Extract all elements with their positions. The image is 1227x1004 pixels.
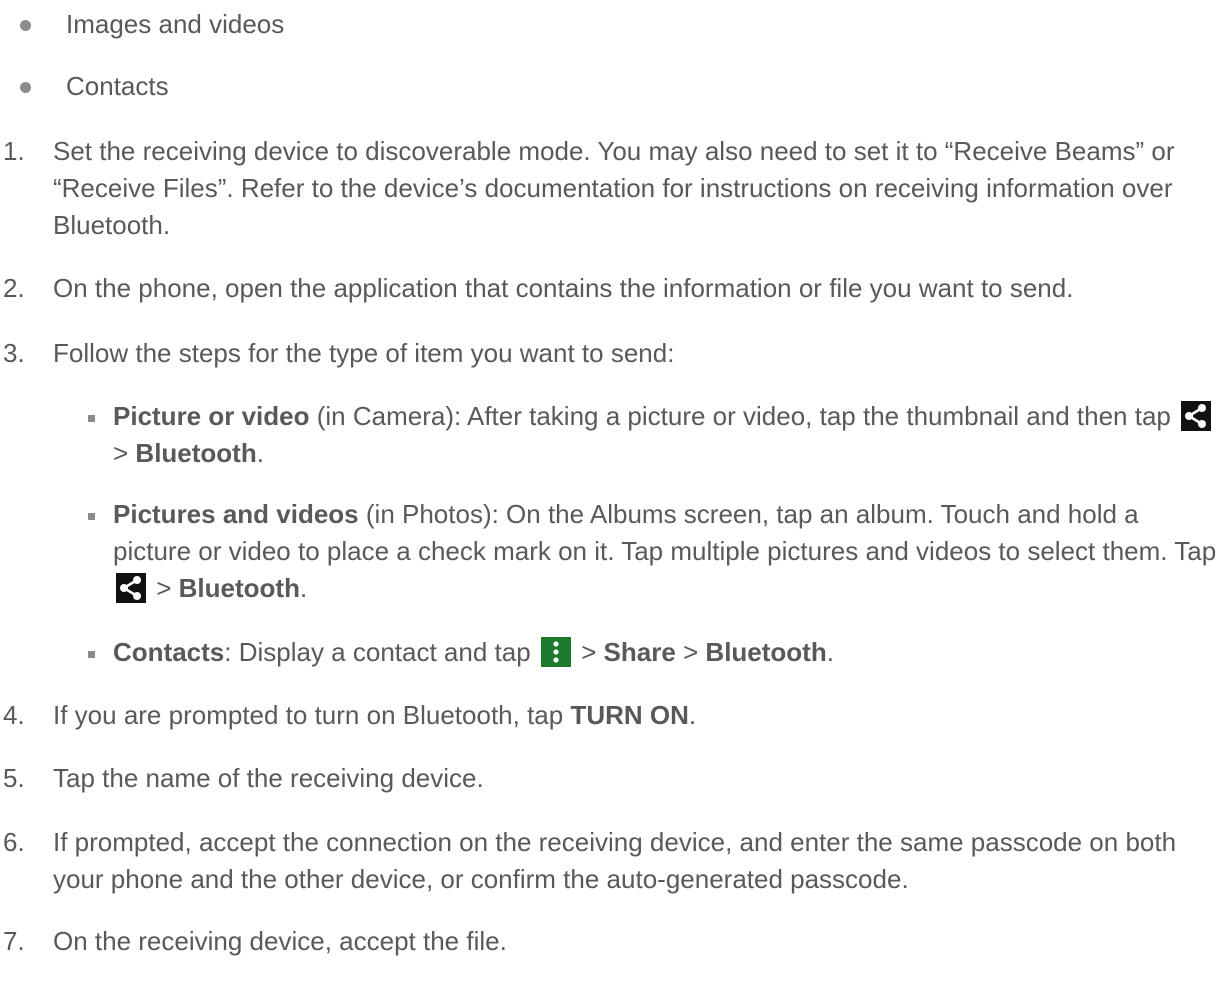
bullet-dot (20, 82, 31, 93)
bullet-dot (20, 20, 31, 31)
bluetooth-label: Bluetooth (135, 438, 257, 468)
separator: > (149, 573, 179, 603)
share-label: Share (603, 637, 676, 667)
step-number: 7. (3, 926, 25, 956)
step-number: 3. (3, 338, 25, 368)
step-number: 4. (3, 700, 25, 730)
subitem-text: Picture or video (in Camera): After taki… (113, 398, 1223, 472)
period: . (256, 438, 264, 468)
step-text: Tap the name of the receiving device. (53, 763, 484, 793)
separator: > (113, 438, 136, 468)
step-number: 2. (3, 273, 25, 303)
bluetooth-label: Bluetooth (178, 573, 300, 603)
subitem-text: Pictures and videos (in Photos): On the … (113, 496, 1223, 607)
subitem-title: Contacts (113, 637, 225, 667)
bluetooth-label: Bluetooth (705, 637, 827, 667)
step-text: On the receiving device, accept the file… (53, 926, 507, 956)
period: . (826, 637, 834, 667)
square-bullet (88, 415, 95, 422)
bullet-text: Contacts (66, 71, 169, 101)
square-bullet (88, 513, 95, 520)
step-text: Follow the steps for the type of item yo… (53, 338, 675, 368)
separator: > (573, 637, 604, 667)
subitem-text: Contacts: Display a contact and tap > Sh… (113, 634, 1223, 671)
turn-on-label: TURN ON (570, 700, 689, 730)
step-text: Set the receiving device to discoverable… (53, 136, 1175, 240)
more-vert-icon (540, 637, 571, 667)
step-text: On the phone, open the application that … (53, 273, 1074, 303)
step-number: 5. (3, 763, 25, 793)
step-number: 6. (3, 827, 25, 857)
step-text: If you are prompted to turn on Bluetooth… (53, 697, 1223, 734)
subitem-body: : Display a contact and tap (224, 637, 538, 667)
subitem-title: Pictures and videos (113, 499, 359, 529)
step-body: If you are prompted to turn on Bluetooth… (53, 700, 571, 730)
share-icon (116, 573, 146, 603)
subitem-body: (in Camera): After taking a picture or v… (309, 401, 1179, 431)
share-icon (1181, 401, 1212, 431)
period: . (688, 700, 697, 730)
step-number: 1. (3, 136, 25, 166)
square-bullet (88, 651, 95, 658)
period: . (299, 573, 308, 603)
step-text: If prompted, accept the connection on th… (53, 827, 1177, 894)
bullet-text: Images and videos (66, 9, 285, 39)
manual-page: Images and videos Contacts 1. Set the re… (0, 0, 1227, 1004)
subitem-title: Picture or video (113, 401, 310, 431)
separator: > (675, 637, 706, 667)
